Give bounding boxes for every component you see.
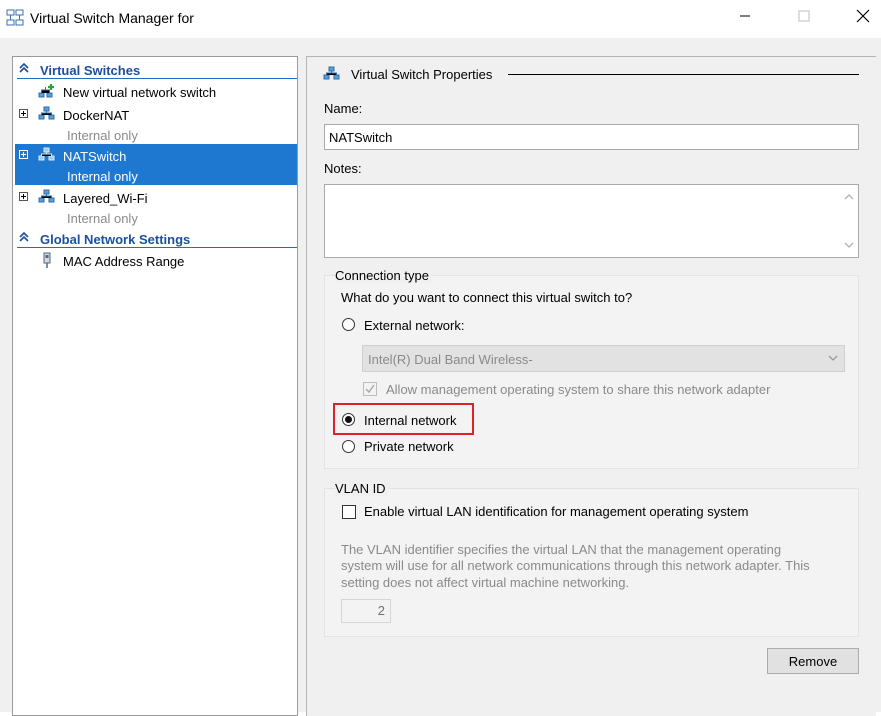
minimize-button[interactable] [722, 0, 768, 32]
expand-icon[interactable] [19, 109, 28, 118]
title-bar: Virtual Switch Manager for [0, 0, 881, 38]
maximize-button[interactable] [781, 0, 827, 32]
notes-label: Notes: [324, 161, 362, 176]
private-network-radio[interactable] [342, 440, 355, 453]
global-network-settings-label: Global Network Settings [40, 232, 191, 247]
network-adapter-icon [43, 252, 51, 268]
network-adapter-dropdown[interactable]: Intel(R) Dual Band Wireless- [362, 345, 845, 372]
collapse-chevron-icon [19, 62, 29, 73]
vlan-description-line-2: system will use for all network communic… [341, 558, 810, 573]
expand-icon[interactable] [19, 192, 28, 201]
vlan-description-line-1: The VLAN identifier specifies the virtua… [341, 542, 782, 557]
network-switch-icon [38, 106, 55, 120]
virtual-switch-manager-icon [6, 9, 24, 26]
network-switch-icon [38, 147, 55, 161]
new-switch-icon [38, 84, 54, 98]
name-label: Name: [324, 101, 363, 116]
tree-item-dockernat[interactable]: DockerNAT Internal only [15, 103, 297, 144]
global-network-settings-header[interactable]: Global Network Settings [15, 228, 297, 248]
section-title: Virtual Switch Properties [351, 67, 493, 82]
allow-management-label: Allow management operating system to sha… [386, 382, 771, 397]
close-icon [856, 9, 870, 23]
tree-item-layered-wifi[interactable]: Layered_Wi-Fi Internal only [15, 186, 297, 227]
remove-button[interactable]: Remove [767, 648, 859, 674]
virtual-switches-header[interactable]: Virtual Switches [15, 59, 297, 79]
collapse-chevron-icon [19, 231, 29, 242]
name-input[interactable] [324, 124, 859, 150]
minimize-icon [740, 15, 750, 17]
close-button[interactable] [840, 0, 881, 32]
external-network-label[interactable]: External network: [364, 318, 464, 333]
enable-vlan-checkbox[interactable] [342, 505, 356, 519]
mac-address-range-item[interactable]: MAC Address Range [15, 250, 297, 271]
checkmark-icon [365, 384, 375, 394]
notes-scrollbar[interactable] [840, 185, 858, 257]
enable-vlan-label[interactable]: Enable virtual LAN identification for ma… [364, 504, 748, 519]
tree-item-label: DockerNAT [63, 108, 130, 123]
tree-item-subtitle: Internal only [67, 169, 138, 184]
chevron-down-icon [828, 355, 838, 361]
internal-network-radio[interactable] [342, 413, 355, 426]
navigation-pane: Virtual Switches New virtual network swi… [12, 56, 298, 716]
tree-item-label: NATSwitch [63, 149, 127, 164]
external-network-radio[interactable] [342, 318, 355, 331]
connection-type-title: Connection type [335, 268, 432, 283]
section-divider [508, 74, 859, 75]
header-divider [17, 247, 297, 248]
vlan-id-input[interactable]: 2 [341, 599, 391, 623]
notes-textarea[interactable] [324, 184, 859, 258]
new-virtual-switch-item[interactable]: New virtual network switch [15, 81, 297, 102]
window-title: Virtual Switch Manager for [30, 10, 194, 26]
dropdown-selected-value: Intel(R) Dual Band Wireless- [368, 352, 533, 367]
vlan-description-line-3: setting does not affect virtual machine … [341, 575, 630, 590]
tree-item-label: MAC Address Range [63, 254, 185, 269]
scroll-down-icon[interactable] [844, 241, 854, 249]
virtual-switches-label: Virtual Switches [40, 63, 141, 78]
network-switch-icon [323, 66, 340, 80]
network-switch-icon [38, 189, 55, 203]
vlan-id-title: VLAN ID [335, 481, 389, 496]
allow-management-checkbox[interactable] [363, 382, 377, 396]
expand-icon[interactable] [19, 150, 28, 159]
connection-question: What do you want to connect this virtual… [341, 290, 633, 305]
scroll-up-icon[interactable] [844, 193, 854, 201]
tree-item-natswitch[interactable]: NATSwitch Internal only [15, 144, 297, 185]
tree-item-subtitle: Internal only [67, 128, 138, 143]
maximize-icon [798, 10, 810, 22]
private-network-label[interactable]: Private network [364, 439, 454, 454]
internal-network-label[interactable]: Internal network [364, 413, 457, 428]
tree-item-subtitle: Internal only [67, 211, 138, 226]
tree-item-label: New virtual network switch [63, 85, 217, 100]
tree-item-label: Layered_Wi-Fi [63, 191, 148, 206]
header-divider [17, 78, 297, 79]
